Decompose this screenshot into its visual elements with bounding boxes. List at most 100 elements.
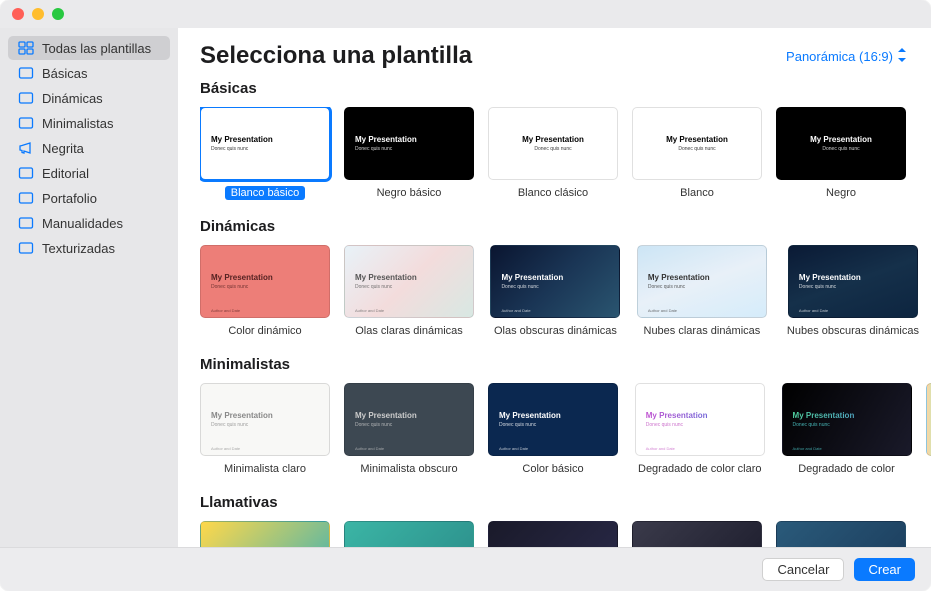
thumb-author: Author and Date bbox=[211, 308, 240, 313]
template-label: Negro bbox=[820, 186, 862, 200]
template-item: My PresentationDonec quis nunc Blanco clá… bbox=[488, 107, 618, 200]
template-label: Nubes obscuras dinámicas bbox=[781, 324, 925, 338]
template-thumbnail[interactable]: My PresentationDonec quis nunc bbox=[488, 107, 618, 180]
template-thumbnail[interactable]: My PresentationDonec quis nuncAuthor and… bbox=[788, 245, 918, 318]
sidebar-item-manualidades[interactable]: Manualidades bbox=[8, 211, 170, 235]
close-icon[interactable] bbox=[12, 8, 24, 20]
cancel-button[interactable]: Cancelar bbox=[762, 558, 844, 581]
template-label: Blanco básico bbox=[225, 186, 306, 200]
aspect-ratio-selector[interactable]: Panorámica (16:9) bbox=[786, 48, 907, 65]
thumb-author: Author and Date bbox=[501, 308, 530, 313]
thumb-title: My Presentation bbox=[799, 273, 917, 282]
template-thumbnail[interactable]: My PresentationDonec quis nuncAuthor and… bbox=[637, 245, 767, 318]
thumb-subtitle: Donec quis nunc bbox=[822, 146, 859, 152]
thumb-subtitle: Donec quis nunc bbox=[355, 146, 473, 152]
thumb-subtitle: Donec quis nunc bbox=[355, 422, 473, 428]
thumb-subtitle: Donec quis nunc bbox=[678, 146, 715, 152]
template-item: My PresentationDonec quis nuncAuthor and… bbox=[200, 245, 330, 338]
templates-row: Donec quis nunc bbox=[200, 521, 931, 547]
thumb-subtitle: Donec quis nunc bbox=[499, 422, 617, 428]
thumb-subtitle: Donec quis nunc bbox=[211, 284, 329, 290]
template-label: Olas obscuras dinámicas bbox=[488, 324, 623, 338]
template-item bbox=[776, 521, 906, 547]
template-thumbnail[interactable] bbox=[488, 521, 618, 547]
sidebar-item-editorial[interactable]: Editorial bbox=[8, 161, 170, 185]
template-item: My PresentationDonec quis nuncAuthor and… bbox=[344, 383, 474, 476]
sidebar-item-texturizadas[interactable]: Texturizadas bbox=[8, 236, 170, 260]
thumb-title: My Presentation bbox=[666, 135, 728, 144]
page-title: Selecciona una plantilla bbox=[200, 42, 472, 70]
minimize-icon[interactable] bbox=[32, 8, 44, 20]
grid-icon bbox=[18, 40, 34, 56]
template-item: My PresentationDonec quis nuncAuthor and… bbox=[344, 245, 474, 338]
chevron-updown-icon bbox=[897, 48, 907, 65]
template-item: My Presentation Donec quis nunc Blanco bás… bbox=[200, 107, 330, 200]
sidebar-item-label: Manualidades bbox=[42, 216, 123, 231]
sidebar-item-portafolio[interactable]: Portafolio bbox=[8, 186, 170, 210]
template-thumbnail[interactable]: My Presentation Donec quis nunc bbox=[200, 107, 330, 180]
template-thumbnail[interactable]: My PresentationDonec quis nunc bbox=[776, 107, 906, 180]
template-label: Blanco bbox=[674, 186, 720, 200]
template-thumbnail[interactable]: My PresentationDonec quis nuncAuthor and… bbox=[635, 383, 765, 456]
sidebar: Todas las plantillas Básicas Dinámicas Mini… bbox=[0, 28, 178, 547]
template-thumbnail[interactable] bbox=[776, 521, 906, 547]
sidebar-item-label: Texturizadas bbox=[42, 241, 115, 256]
template-item: My PresentationDonec quis nuncAuthor and… bbox=[781, 245, 925, 338]
thumb-title: My Presentation bbox=[211, 135, 329, 144]
thumb-title: My Presentation bbox=[499, 411, 617, 420]
template-item: My PresentationDonec quis nuncNegro bási… bbox=[344, 107, 474, 200]
thumb-author: Author and Date bbox=[355, 446, 384, 451]
template-item: My PresentationDonec quis nuncAuthor and… bbox=[488, 383, 618, 476]
template-chooser-window: Todas las plantillas Básicas Dinámicas Mini… bbox=[0, 0, 931, 591]
template-thumbnail[interactable]: My PresentationDonec quis nuncAuthor and… bbox=[344, 245, 474, 318]
template-thumbnail[interactable]: My PresentationDonec quis nuncAuthor and… bbox=[200, 245, 330, 318]
template-thumbnail[interactable]: My PresentationDonec quis nuncAuthor and… bbox=[490, 245, 620, 318]
thumb-author: Author and Date bbox=[648, 308, 677, 313]
sidebar-item-label: Dinámicas bbox=[42, 91, 103, 106]
sidebar-item-label: Portafolio bbox=[42, 191, 97, 206]
thumb-author: Author and Date bbox=[799, 308, 828, 313]
template-thumbnail[interactable]: My PresentationDonec quis nunc bbox=[344, 107, 474, 180]
slide-icon bbox=[18, 165, 34, 181]
thumb-subtitle: Donec quis nunc bbox=[534, 146, 571, 152]
template-thumbnail[interactable] bbox=[926, 383, 931, 456]
sidebar-item-label: Todas las plantillas bbox=[42, 41, 151, 56]
maximize-icon[interactable] bbox=[52, 8, 64, 20]
thumb-author: Author and Date bbox=[211, 446, 240, 451]
thumb-subtitle: Donec quis nunc bbox=[211, 146, 329, 152]
template-thumbnail[interactable]: My PresentationDonec quis nuncAuthor and… bbox=[344, 383, 474, 456]
sidebar-item-básicas[interactable]: Básicas bbox=[8, 61, 170, 85]
sidebar-item-negrita[interactable]: Negrita bbox=[8, 136, 170, 160]
template-gallery[interactable]: BásicasMy PresentationDonec quis nuncBla… bbox=[178, 80, 931, 547]
sidebar-item-label: Minimalistas bbox=[42, 116, 114, 131]
thumb-subtitle: Donec quis nunc bbox=[646, 422, 764, 428]
template-label: Minimalista claro bbox=[218, 462, 312, 476]
template-item: My PresentationDonec quis nuncAuthor and… bbox=[782, 383, 912, 476]
sidebar-item-minimalistas[interactable]: Minimalistas bbox=[8, 111, 170, 135]
slide-icon bbox=[18, 115, 34, 131]
sidebar-item-label: Básicas bbox=[42, 66, 88, 81]
template-label: Degradado de color claro bbox=[632, 462, 768, 476]
create-button[interactable]: Crear bbox=[854, 558, 915, 581]
sidebar-item-todas-las-plantillas[interactable]: Todas las plantillas bbox=[8, 36, 170, 60]
template-item bbox=[926, 383, 931, 476]
template-label: Color básico bbox=[516, 462, 589, 476]
template-thumbnail[interactable]: My PresentationDonec quis nuncAuthor and… bbox=[488, 383, 618, 456]
slide-icon bbox=[18, 215, 34, 231]
template-item: My Presentation Donec quis nunc Blanco bbox=[632, 107, 762, 200]
template-thumbnail[interactable]: My PresentationDonec quis nuncAuthor and… bbox=[782, 383, 912, 456]
sidebar-item-dinámicas[interactable]: Dinámicas bbox=[8, 86, 170, 110]
megaphone-icon bbox=[18, 140, 34, 156]
templates-row: My Presentation Donec quis nunc Author and… bbox=[200, 245, 931, 338]
templates-row: My Presentation Donec quis nunc Blanco bás… bbox=[200, 107, 931, 200]
template-thumbnail[interactable]: My Presentation Donec quis nunc bbox=[632, 107, 762, 180]
template-item: My PresentationDonec quis nuncAuthor and… bbox=[488, 245, 623, 338]
template-thumbnail[interactable] bbox=[344, 521, 474, 547]
template-thumbnail[interactable]: Donec quis nunc bbox=[632, 521, 762, 547]
thumb-title: My Presentation bbox=[646, 411, 764, 420]
template-thumbnail[interactable] bbox=[200, 521, 330, 547]
template-label: Blanco clásico bbox=[512, 186, 594, 200]
template-item: My PresentationDonec quis nuncAuthor and… bbox=[637, 245, 767, 338]
template-thumbnail[interactable]: My PresentationDonec quis nuncAuthor and… bbox=[200, 383, 330, 456]
thumb-title: My Presentation bbox=[648, 273, 766, 282]
